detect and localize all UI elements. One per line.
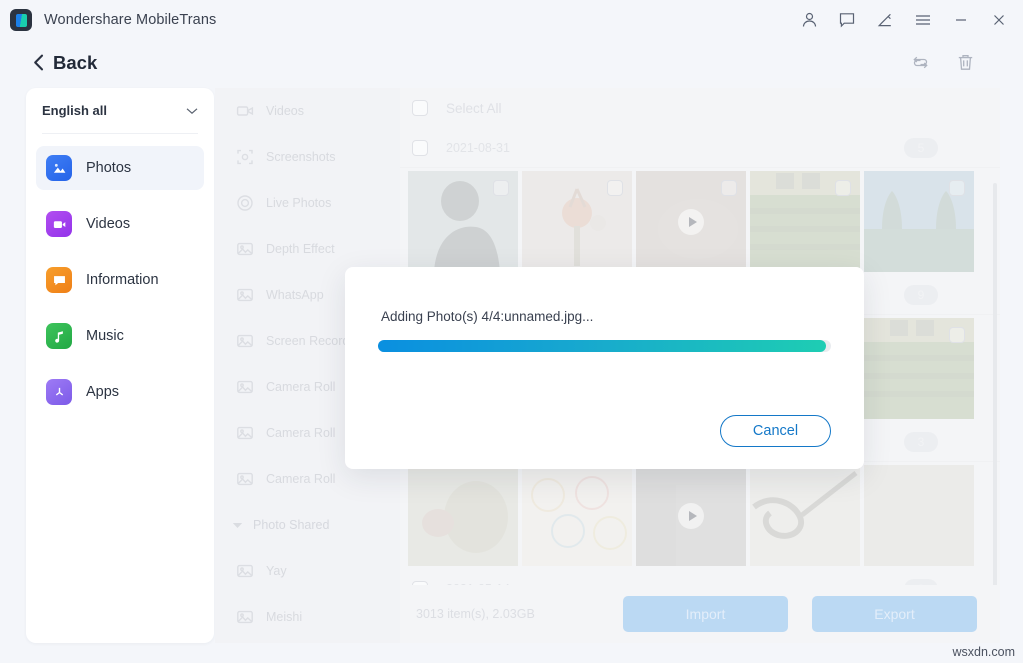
modal-overlay: Adding Photo(s) 4/4:unnamed.jpg... Cance… xyxy=(0,0,1023,663)
cancel-button[interactable]: Cancel xyxy=(720,415,831,447)
progress-dialog: Adding Photo(s) 4/4:unnamed.jpg... Cance… xyxy=(345,267,864,469)
progress-bar-fill xyxy=(378,340,827,352)
application-window: Wondershare MobileTrans Back English all… xyxy=(0,0,1023,663)
watermark: wsxdn.com xyxy=(952,645,1015,659)
progress-bar-track xyxy=(378,340,831,352)
progress-message: Adding Photo(s) 4/4:unnamed.jpg... xyxy=(381,309,594,324)
